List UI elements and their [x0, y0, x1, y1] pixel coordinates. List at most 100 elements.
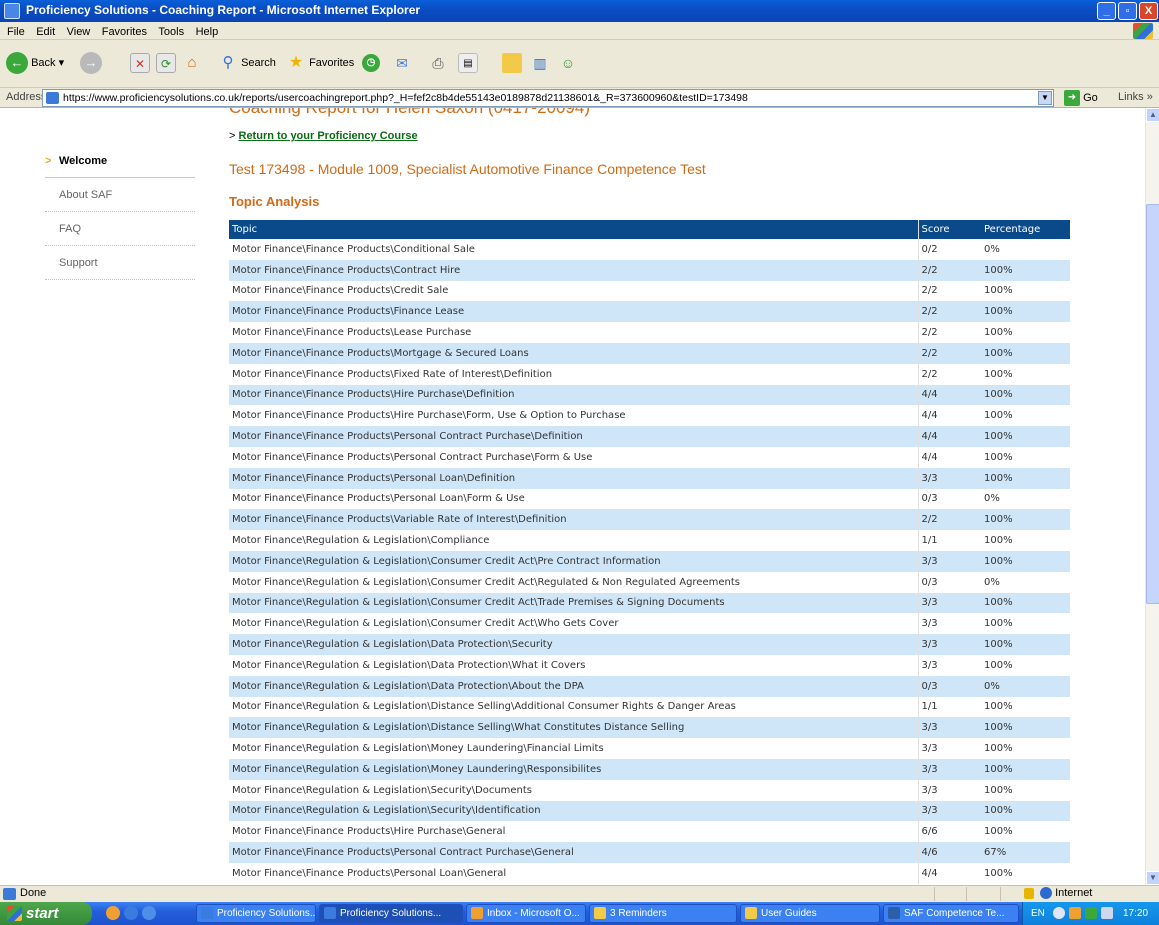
topic-cell: Motor Finance\Finance Products\Hire Purc… — [232, 410, 626, 422]
table-row: Motor Finance\Regulation & Legislation\D… — [229, 634, 1070, 655]
back-button[interactable]: ← Back ▾ — [6, 52, 65, 75]
percentage-cell: 100% — [984, 659, 1013, 671]
column-header-percentage: Percentage — [981, 220, 1070, 239]
topic-cell: Motor Finance\Regulation & Legislation\C… — [232, 618, 619, 630]
task-label: Proficiency Solutions... — [340, 908, 442, 919]
tray-display-icon[interactable] — [1101, 907, 1113, 919]
topic-cell: Motor Finance\Finance Products\Condition… — [232, 243, 475, 255]
test-title: Test 173498 - Module 1009, Specialist Au… — [229, 161, 706, 177]
score-cell: 0/3 — [917, 488, 981, 510]
research-button[interactable]: ▥ — [530, 52, 550, 74]
table-row: Motor Finance\Finance Products\Credit Sa… — [229, 280, 1070, 302]
table-row: Motor Finance\Finance Products\Contract … — [229, 259, 1070, 281]
score-cell: 4/4 — [917, 446, 981, 468]
quicklaunch-firefox-icon[interactable] — [106, 906, 120, 920]
edit-button[interactable]: ▤ — [458, 52, 478, 74]
ie-app-icon[interactable] — [4, 3, 20, 19]
language-indicator[interactable]: EN — [1031, 902, 1045, 925]
menu-favorites[interactable]: Favorites — [102, 23, 147, 41]
tray-network-icon[interactable] — [1085, 907, 1097, 919]
start-button[interactable]: start — [0, 902, 92, 925]
refresh-button[interactable]: ⟳ — [156, 52, 176, 74]
address-dropdown-icon[interactable]: ▼ — [1038, 91, 1052, 105]
task-label: User Guides — [761, 908, 817, 919]
status-bar: Done Internet — [0, 885, 1159, 902]
taskbar-item-saf-competence[interactable]: SAF Competence Te... — [883, 904, 1019, 923]
percentage-cell: 100% — [981, 301, 1070, 323]
topic-cell: Motor Finance\Regulation & Legislation\C… — [229, 550, 918, 572]
percentage-cell: 100% — [984, 826, 1013, 838]
search-button[interactable]: ⚲ Search — [218, 52, 276, 74]
favorites-button[interactable]: ★ Favorites — [286, 52, 354, 74]
return-prefix: > — [229, 130, 236, 142]
address-url: https://www.proficiencysolutions.co.uk/r… — [63, 92, 748, 104]
go-label: Go — [1083, 92, 1098, 104]
vertical-scrollbar[interactable]: ▲ ▼ — [1145, 108, 1159, 885]
percentage-cell: 0% — [984, 576, 1000, 588]
stop-button[interactable]: ✕ — [130, 52, 150, 74]
back-dropdown-icon[interactable]: ▾ — [59, 57, 65, 69]
mail-button[interactable]: ✉ — [392, 52, 412, 74]
taskbar-item-proficiency-2[interactable]: Proficiency Solutions... — [319, 904, 463, 923]
nav-item-faq[interactable]: FAQ — [45, 212, 195, 246]
history-button[interactable]: ◷ — [362, 52, 380, 74]
quicklaunch-ie-icon[interactable] — [124, 906, 138, 920]
table-row: Motor Finance\Finance Products\Personal … — [229, 467, 1070, 489]
nav-item-label: Support — [59, 257, 98, 269]
table-row: Motor Finance\Finance Products\Variable … — [229, 509, 1070, 531]
tray-expand-icon[interactable] — [1053, 907, 1065, 919]
nav-item-support[interactable]: Support — [45, 246, 195, 280]
taskbar-item-inbox[interactable]: Inbox - Microsoft O... — [466, 904, 586, 923]
tray-app-icon[interactable] — [1069, 907, 1081, 919]
quicklaunch-ie2-icon[interactable] — [142, 906, 156, 920]
folder-button[interactable] — [502, 52, 522, 74]
score-cell: 3/3 — [917, 592, 981, 614]
score-cell: 2/2 — [917, 280, 981, 302]
score-cell: 4/4 — [917, 862, 981, 884]
score-cell: 1/1 — [917, 696, 981, 718]
score-cell: 3/3 — [917, 779, 981, 801]
topic-cell: Motor Finance\Regulation & Legislation\C… — [232, 576, 740, 588]
taskbar-item-proficiency-1[interactable]: Proficiency Solutions... — [196, 904, 316, 923]
links-button[interactable]: Links » — [1118, 91, 1153, 103]
menu-tools[interactable]: Tools — [158, 23, 184, 41]
menu-edit[interactable]: Edit — [36, 23, 55, 41]
forward-button[interactable]: → — [80, 52, 102, 75]
close-button[interactable]: X — [1139, 2, 1158, 20]
menu-file[interactable]: File — [7, 23, 25, 41]
table-row: Motor Finance\Regulation & Legislation\M… — [229, 758, 1070, 780]
nav-item-about-saf[interactable]: About SAF — [45, 178, 195, 212]
table-row: Motor Finance\Regulation & Legislation\C… — [229, 550, 1070, 572]
home-button[interactable]: ⌂ — [182, 52, 202, 74]
back-arrow-icon: ← — [6, 52, 28, 75]
return-to-course-link[interactable]: Return to your Proficiency Course — [239, 130, 418, 142]
percentage-cell: 100% — [981, 509, 1070, 531]
score-cell: 3/3 — [917, 550, 981, 572]
messenger-button[interactable]: ☺ — [558, 52, 578, 74]
nav-item-welcome[interactable]: > Welcome — [45, 144, 195, 178]
score-cell: 2/2 — [917, 363, 981, 385]
title-bar: Proficiency Solutions - Coaching Report … — [0, 0, 1159, 22]
score-cell: 0/3 — [917, 571, 981, 593]
scrollbar-thumb[interactable] — [1146, 204, 1159, 604]
address-input[interactable]: https://www.proficiencysolutions.co.uk/r… — [42, 89, 1054, 107]
score-cell: 3/3 — [917, 758, 981, 780]
menu-help[interactable]: Help — [196, 23, 219, 41]
score-cell: 0/3 — [917, 675, 981, 697]
refresh-icon: ⟳ — [156, 53, 176, 74]
go-arrow-icon: ➜ — [1064, 90, 1080, 107]
print-button[interactable]: ⎙ — [428, 52, 448, 74]
minimize-button[interactable]: _ — [1097, 2, 1116, 20]
topic-cell: Motor Finance\Finance Products\Hire Purc… — [232, 826, 506, 838]
scroll-up-icon[interactable]: ▲ — [1146, 108, 1159, 122]
scroll-down-icon[interactable]: ▼ — [1146, 871, 1159, 885]
go-button[interactable]: ➜ Go — [1064, 89, 1098, 107]
taskbar-item-reminders[interactable]: 3 Reminders — [589, 904, 737, 923]
messenger-icon: ☺ — [560, 55, 576, 72]
taskbar-item-user-guides[interactable]: User Guides — [740, 904, 880, 923]
topic-cell: Motor Finance\Regulation & Legislation\C… — [229, 592, 918, 614]
mail-icon: ✉ — [396, 55, 408, 72]
menu-view[interactable]: View — [67, 23, 91, 41]
maximize-button[interactable]: ▫ — [1118, 2, 1137, 20]
stop-icon: ✕ — [130, 53, 150, 74]
